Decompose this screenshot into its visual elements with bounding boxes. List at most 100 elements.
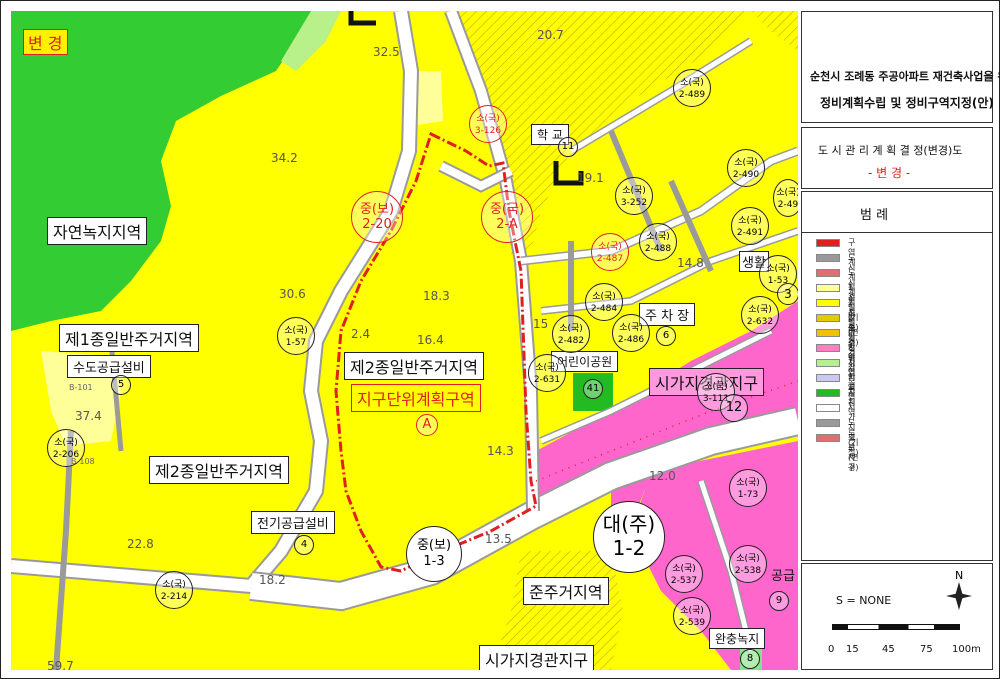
- legend-swatch: [816, 434, 840, 442]
- legend-swatch: [816, 389, 840, 397]
- road-code-s12: 소(국) 2-632: [741, 296, 779, 334]
- side-panel: 순천시 조례동 주공아파트 재건축사업을 위한 정비계획수립 및 정비구역지정(…: [801, 11, 1000, 670]
- facility-supply: 공급: [771, 569, 795, 584]
- road-code-s10: 소(국) 2-482: [552, 315, 590, 353]
- road-code-s8: 소(국) 2-487: [591, 233, 629, 271]
- scale-tick-label: 45: [882, 644, 895, 655]
- legend-swatch: [816, 239, 840, 247]
- facility-buffer-green: 완충녹지: [709, 628, 766, 649]
- elevation-label: 18.2: [259, 573, 286, 587]
- road-code-s19: 소(국) 2-537: [665, 555, 703, 593]
- elevation-label: 13.5: [485, 532, 512, 546]
- elevation-label: 18.3: [423, 289, 450, 303]
- parcel-label: B-101: [69, 383, 93, 392]
- legend-swatch: [816, 329, 840, 337]
- road-code-s1: 소(국) 3-126: [469, 105, 507, 143]
- legend-swatch: [816, 314, 840, 322]
- legend-divider: [802, 232, 992, 233]
- svg-text:N: N: [955, 569, 963, 582]
- road-code-c4: 대(주) 1-2: [593, 501, 665, 573]
- road-code-s5: 소(국) 2-49: [773, 179, 798, 217]
- road-code-s20: 소(국) 2-538: [729, 545, 767, 583]
- facility-number-41: 41: [583, 379, 603, 399]
- legend-label: 도로(변경): [848, 433, 859, 472]
- legend-title: 범 례: [860, 208, 889, 223]
- legend-swatch: [816, 419, 840, 427]
- change-badge: 변 경: [23, 29, 68, 55]
- scale-tick-label: 100m: [952, 644, 981, 655]
- title-line-1: 순천시 조례동 주공아파트 재건축사업을 위한: [810, 70, 1000, 83]
- elevation-label: 15: [533, 317, 549, 331]
- elevation-label: 32.5: [373, 45, 400, 59]
- zone-natural-green: 자연녹지지역: [47, 217, 148, 245]
- map-canvas[interactable]: 변 경 자연녹지지역 제1종일반주거지역 수도공급설비 제2종일반주거지역 지구…: [11, 11, 798, 670]
- road-code-c3: 중(보) 1-3: [406, 526, 462, 582]
- zone-residential-1: 제1종일반주거지역: [59, 324, 199, 352]
- elevation-label: 34.2: [271, 151, 298, 165]
- scale-box: S = NONE N 0 15 45 75 100m: [801, 563, 993, 670]
- legend-swatch: [816, 404, 840, 412]
- facility-number-4: 4: [294, 535, 314, 555]
- road-code-s11: 소(국) 2-486: [612, 314, 650, 352]
- decision-title: 도 시 관 리 계 획 결 정(변경)도: [818, 144, 963, 157]
- legend-swatch: [816, 284, 840, 292]
- decision-box: 도 시 관 리 계 획 결 정(변경)도 - 변 경 -: [801, 127, 993, 189]
- zone-urban-landscape-2: 시가지경관지구: [479, 645, 595, 670]
- facility-number-5: 5: [111, 375, 131, 395]
- road-code-s2: 소(국) 2-489: [673, 69, 711, 107]
- scale-tick-label: 0: [828, 644, 835, 655]
- road-code-s18: 소(국) 1-73: [729, 469, 767, 507]
- elevation-label: 37.4: [75, 409, 102, 423]
- elevation-label: 59.7: [47, 659, 74, 670]
- elevation-label: 14.8: [677, 256, 704, 270]
- facility-number-3: 3: [777, 283, 798, 305]
- district-mark: A: [416, 414, 438, 436]
- zone-residential-2b: 제2종일반주거지역: [149, 456, 289, 484]
- elevation-label: 30.6: [279, 287, 306, 301]
- zone-district-plan: 지구단위계획구역: [351, 384, 481, 412]
- elevation-label: 12.0: [649, 469, 676, 483]
- road-code-s15: 소(국) 1-57: [277, 317, 315, 355]
- legend-box: 범 례 구역계 도시계획시설(기정) 도시계획시설(변경) 1종일반주거지역 2종일반주…: [801, 191, 993, 561]
- map-frame: 변 경 자연녹지지역 제1종일반주거지역 수도공급설비 제2종일반주거지역 지구…: [0, 0, 1000, 679]
- road-code-s13: 소(국) 2-631: [528, 354, 566, 392]
- legend-swatch: [816, 299, 840, 307]
- title-line-2: 정비계획수립 및 정비구역지정(안): [820, 96, 994, 110]
- decision-change: - 변 경 -: [868, 166, 911, 180]
- facility-number-12: 12: [720, 394, 748, 422]
- facility-power-supply: 전기공급설비: [251, 511, 335, 534]
- legend-swatch: [816, 254, 840, 262]
- title-box: 순천시 조례동 주공아파트 재건축사업을 위한 정비계획수립 및 정비구역지정(…: [801, 11, 1000, 123]
- facility-number-8: 8: [740, 649, 760, 669]
- road-code-s17: 소(국) 2-214: [155, 571, 193, 609]
- zone-semi-residential: 준주거지역: [523, 577, 609, 605]
- road-code-s21: 소(국) 2-539: [673, 597, 711, 635]
- legend-swatch: [816, 359, 840, 367]
- road-code-s6: 소(국) 3-252: [615, 177, 653, 215]
- elevation-label: 2.4: [351, 327, 371, 341]
- zone-residential-2a: 제2종일반주거지역: [344, 352, 484, 380]
- facility-number-11: 11: [558, 137, 578, 157]
- facility-number-9: 9: [769, 591, 789, 611]
- elevation-label: 14.3: [487, 444, 514, 458]
- legend-swatch: [816, 344, 840, 352]
- road-code-s9: 소(국) 2-484: [585, 283, 623, 321]
- scale-tick-label: 75: [920, 644, 933, 655]
- scale-tick-label: 15: [846, 644, 859, 655]
- parcel-label: B-108: [71, 457, 95, 466]
- road-code-s7: 소(국) 2-488: [639, 223, 677, 261]
- road-code-c2: 중(국) 2-A: [481, 191, 533, 243]
- facility-water-supply: 수도공급설비: [67, 355, 151, 378]
- elevation-label: 20.7: [537, 28, 564, 42]
- legend-swatch: [816, 269, 840, 277]
- road-code-c1: 중(보) 2-20: [351, 191, 403, 243]
- road-code-s3: 소(국) 2-490: [727, 149, 765, 187]
- elevation-label: 19.1: [577, 171, 604, 185]
- elevation-label: 22.8: [127, 537, 154, 551]
- road-code-s4: 소(국) 2-491: [731, 207, 769, 245]
- scale-bar: [832, 624, 960, 630]
- scale-text: S = NONE: [836, 594, 892, 607]
- elevation-label: 16.4: [417, 333, 444, 347]
- facility-number-6: 6: [656, 326, 676, 346]
- legend-swatch: [816, 374, 840, 382]
